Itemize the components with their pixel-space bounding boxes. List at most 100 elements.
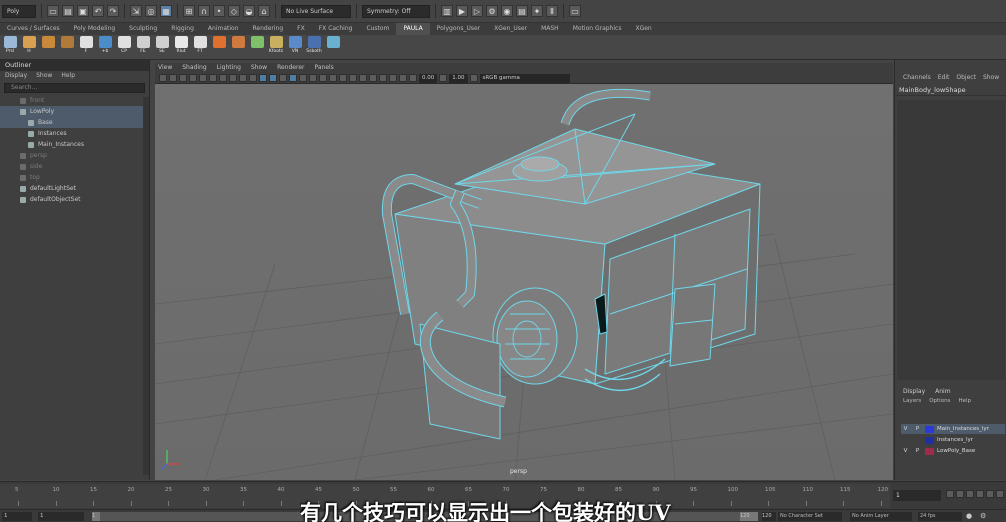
exposure-icon[interactable] bbox=[409, 74, 417, 82]
snap-grid-icon[interactable]: ⊞ bbox=[183, 5, 195, 17]
viewport-3d[interactable]: persp bbox=[155, 84, 893, 480]
channel-box-tab[interactable]: Edit bbox=[938, 74, 950, 84]
shelf-button[interactable] bbox=[325, 35, 341, 49]
layer-editor-tab[interactable]: Display bbox=[903, 388, 925, 397]
preferences-icon[interactable]: ⚙ bbox=[980, 512, 990, 521]
render-frame-icon[interactable]: ▶ bbox=[456, 5, 468, 17]
layer-editor-tab[interactable]: Anim bbox=[935, 388, 950, 397]
default-material-icon[interactable] bbox=[279, 74, 287, 82]
hypershade-icon[interactable]: ◉ bbox=[501, 5, 513, 17]
new-scene-icon[interactable]: ▭ bbox=[47, 5, 59, 17]
shelf-tab[interactable]: Rigging bbox=[164, 23, 201, 35]
shelf-tab[interactable]: Sculpting bbox=[122, 23, 164, 35]
viewport-menu-item[interactable]: View bbox=[158, 63, 172, 73]
outliner-item[interactable]: defaultLightSet bbox=[0, 183, 149, 194]
shelf-button[interactable]: Kfoots bbox=[268, 35, 284, 54]
layer-visibility-toggle[interactable]: V bbox=[901, 426, 910, 432]
viewport-menu-item[interactable]: Panels bbox=[314, 63, 333, 73]
play-forward-icon[interactable] bbox=[976, 490, 984, 498]
play-back-icon[interactable] bbox=[966, 490, 974, 498]
shelf-button[interactable] bbox=[40, 35, 56, 49]
wireframe-icon[interactable] bbox=[259, 74, 267, 82]
shelf-tab[interactable]: Custom bbox=[359, 23, 396, 35]
render-settings-icon[interactable]: ⚙ bbox=[486, 5, 498, 17]
shelf-tab[interactable]: Animation bbox=[201, 23, 246, 35]
layer-editor-menu-item[interactable]: Help bbox=[958, 398, 971, 407]
image-plane-icon[interactable] bbox=[189, 74, 197, 82]
go-to-end-icon[interactable] bbox=[996, 490, 1004, 498]
live-surface-field[interactable]: No Live Surface bbox=[281, 4, 351, 18]
field-chart-icon[interactable] bbox=[239, 74, 247, 82]
shelf-button[interactable]: Prsl bbox=[2, 35, 18, 54]
range-start-inner-field[interactable]: 1 bbox=[38, 512, 84, 521]
screen-space-ao-icon[interactable] bbox=[329, 74, 337, 82]
color-management-icon[interactable] bbox=[469, 74, 478, 82]
outliner-item[interactable]: LowPoly bbox=[0, 106, 149, 117]
symmetry-select[interactable]: Symmetry: Off bbox=[362, 4, 430, 18]
save-scene-icon[interactable]: ▣ bbox=[77, 5, 89, 17]
make-live-icon[interactable]: ⌂ bbox=[258, 5, 270, 17]
select-hierarchy-icon[interactable]: ⇲ bbox=[130, 5, 142, 17]
shelf-button[interactable]: H bbox=[21, 35, 37, 54]
outliner-search-input[interactable]: Search... bbox=[4, 83, 145, 93]
layer-color-swatch[interactable] bbox=[925, 436, 934, 444]
shelf-tab[interactable]: MASH bbox=[534, 23, 566, 35]
select-camera-icon[interactable] bbox=[159, 74, 167, 82]
grid-toggle-icon[interactable] bbox=[199, 74, 207, 82]
viewport-menu-item[interactable]: Show bbox=[251, 63, 267, 73]
viewport-menu-item[interactable]: Lighting bbox=[217, 63, 241, 73]
auto-key-icon[interactable]: ● bbox=[966, 512, 976, 521]
xray-icon[interactable] bbox=[379, 74, 387, 82]
gamma-icon[interactable] bbox=[439, 74, 448, 82]
safe-action-icon[interactable] bbox=[249, 74, 257, 82]
shelf-tab[interactable]: Polygons_User bbox=[430, 23, 487, 35]
go-to-start-icon[interactable] bbox=[946, 490, 954, 498]
outliner-menu-item[interactable]: Help bbox=[61, 71, 75, 81]
fps-select[interactable]: 24 fps bbox=[918, 512, 962, 521]
shelf-tab[interactable]: Rendering bbox=[246, 23, 291, 35]
camera-attributes-icon[interactable] bbox=[169, 74, 177, 82]
range-end-field[interactable]: 120 bbox=[762, 512, 776, 521]
shelf-button[interactable]: VN bbox=[287, 35, 303, 54]
layer-color-swatch[interactable] bbox=[925, 447, 934, 455]
anim-layer-select[interactable]: No Anim Layer bbox=[850, 512, 912, 521]
snap-view-icon[interactable]: ◇ bbox=[228, 5, 240, 17]
shelf-tab[interactable]: Curves / Surfaces bbox=[0, 23, 67, 35]
shelf-button[interactable]: Ssboth bbox=[306, 35, 322, 54]
outliner-item[interactable]: Base bbox=[0, 117, 149, 128]
snap-surface-icon[interactable]: ◒ bbox=[243, 5, 255, 17]
select-object-icon[interactable]: ◎ bbox=[145, 5, 157, 17]
shelf-tab[interactable]: Poly Modeling bbox=[67, 23, 123, 35]
shelf-button[interactable]: Rlut bbox=[173, 35, 189, 54]
step-back-icon[interactable] bbox=[956, 490, 964, 498]
layer-playback-toggle[interactable]: P bbox=[913, 426, 922, 432]
outliner-item[interactable]: defaultObjectSet bbox=[0, 194, 149, 205]
snap-curve-icon[interactable]: ∩ bbox=[198, 5, 210, 17]
shelf-tab[interactable]: XGen bbox=[628, 23, 658, 35]
xray-components-icon[interactable] bbox=[399, 74, 407, 82]
textured-icon[interactable] bbox=[299, 74, 307, 82]
outliner-item[interactable]: Instances bbox=[0, 128, 149, 139]
shelf-tab[interactable]: Motion Graphics bbox=[566, 23, 629, 35]
outliner-scrollbar[interactable] bbox=[143, 97, 149, 475]
motion-blur-icon[interactable] bbox=[339, 74, 347, 82]
shelf-button[interactable] bbox=[59, 35, 75, 49]
range-handle-left[interactable]: 1 bbox=[92, 512, 100, 521]
character-set-select[interactable]: No Character Set bbox=[778, 512, 842, 521]
bookmarks-icon[interactable] bbox=[179, 74, 187, 82]
gamma-field[interactable]: 1.00 bbox=[449, 73, 468, 83]
layer-row[interactable]: V P LowPoly_Base bbox=[901, 446, 1005, 456]
shelf-tab[interactable]: XGen_User bbox=[487, 23, 534, 35]
outliner-menu-item[interactable]: Display bbox=[5, 71, 27, 81]
current-frame-field[interactable]: 1 bbox=[893, 490, 941, 501]
layer-row[interactable]: Instances_lyr bbox=[901, 435, 1005, 445]
channel-box-tab[interactable]: Channels bbox=[903, 74, 931, 84]
isolate-select-icon[interactable] bbox=[369, 74, 377, 82]
layer-row[interactable]: V P Main_Instances_lyr bbox=[901, 424, 1005, 434]
layer-editor-menu-item[interactable]: Options bbox=[929, 398, 950, 407]
outliner-item[interactable]: top bbox=[0, 172, 149, 183]
shelf-button[interactable]: SE bbox=[154, 35, 170, 54]
toggle-panel-icon[interactable]: ▭ bbox=[569, 5, 581, 17]
ipr-render-icon[interactable]: ▷ bbox=[471, 5, 483, 17]
shelf-button[interactable] bbox=[230, 35, 246, 49]
